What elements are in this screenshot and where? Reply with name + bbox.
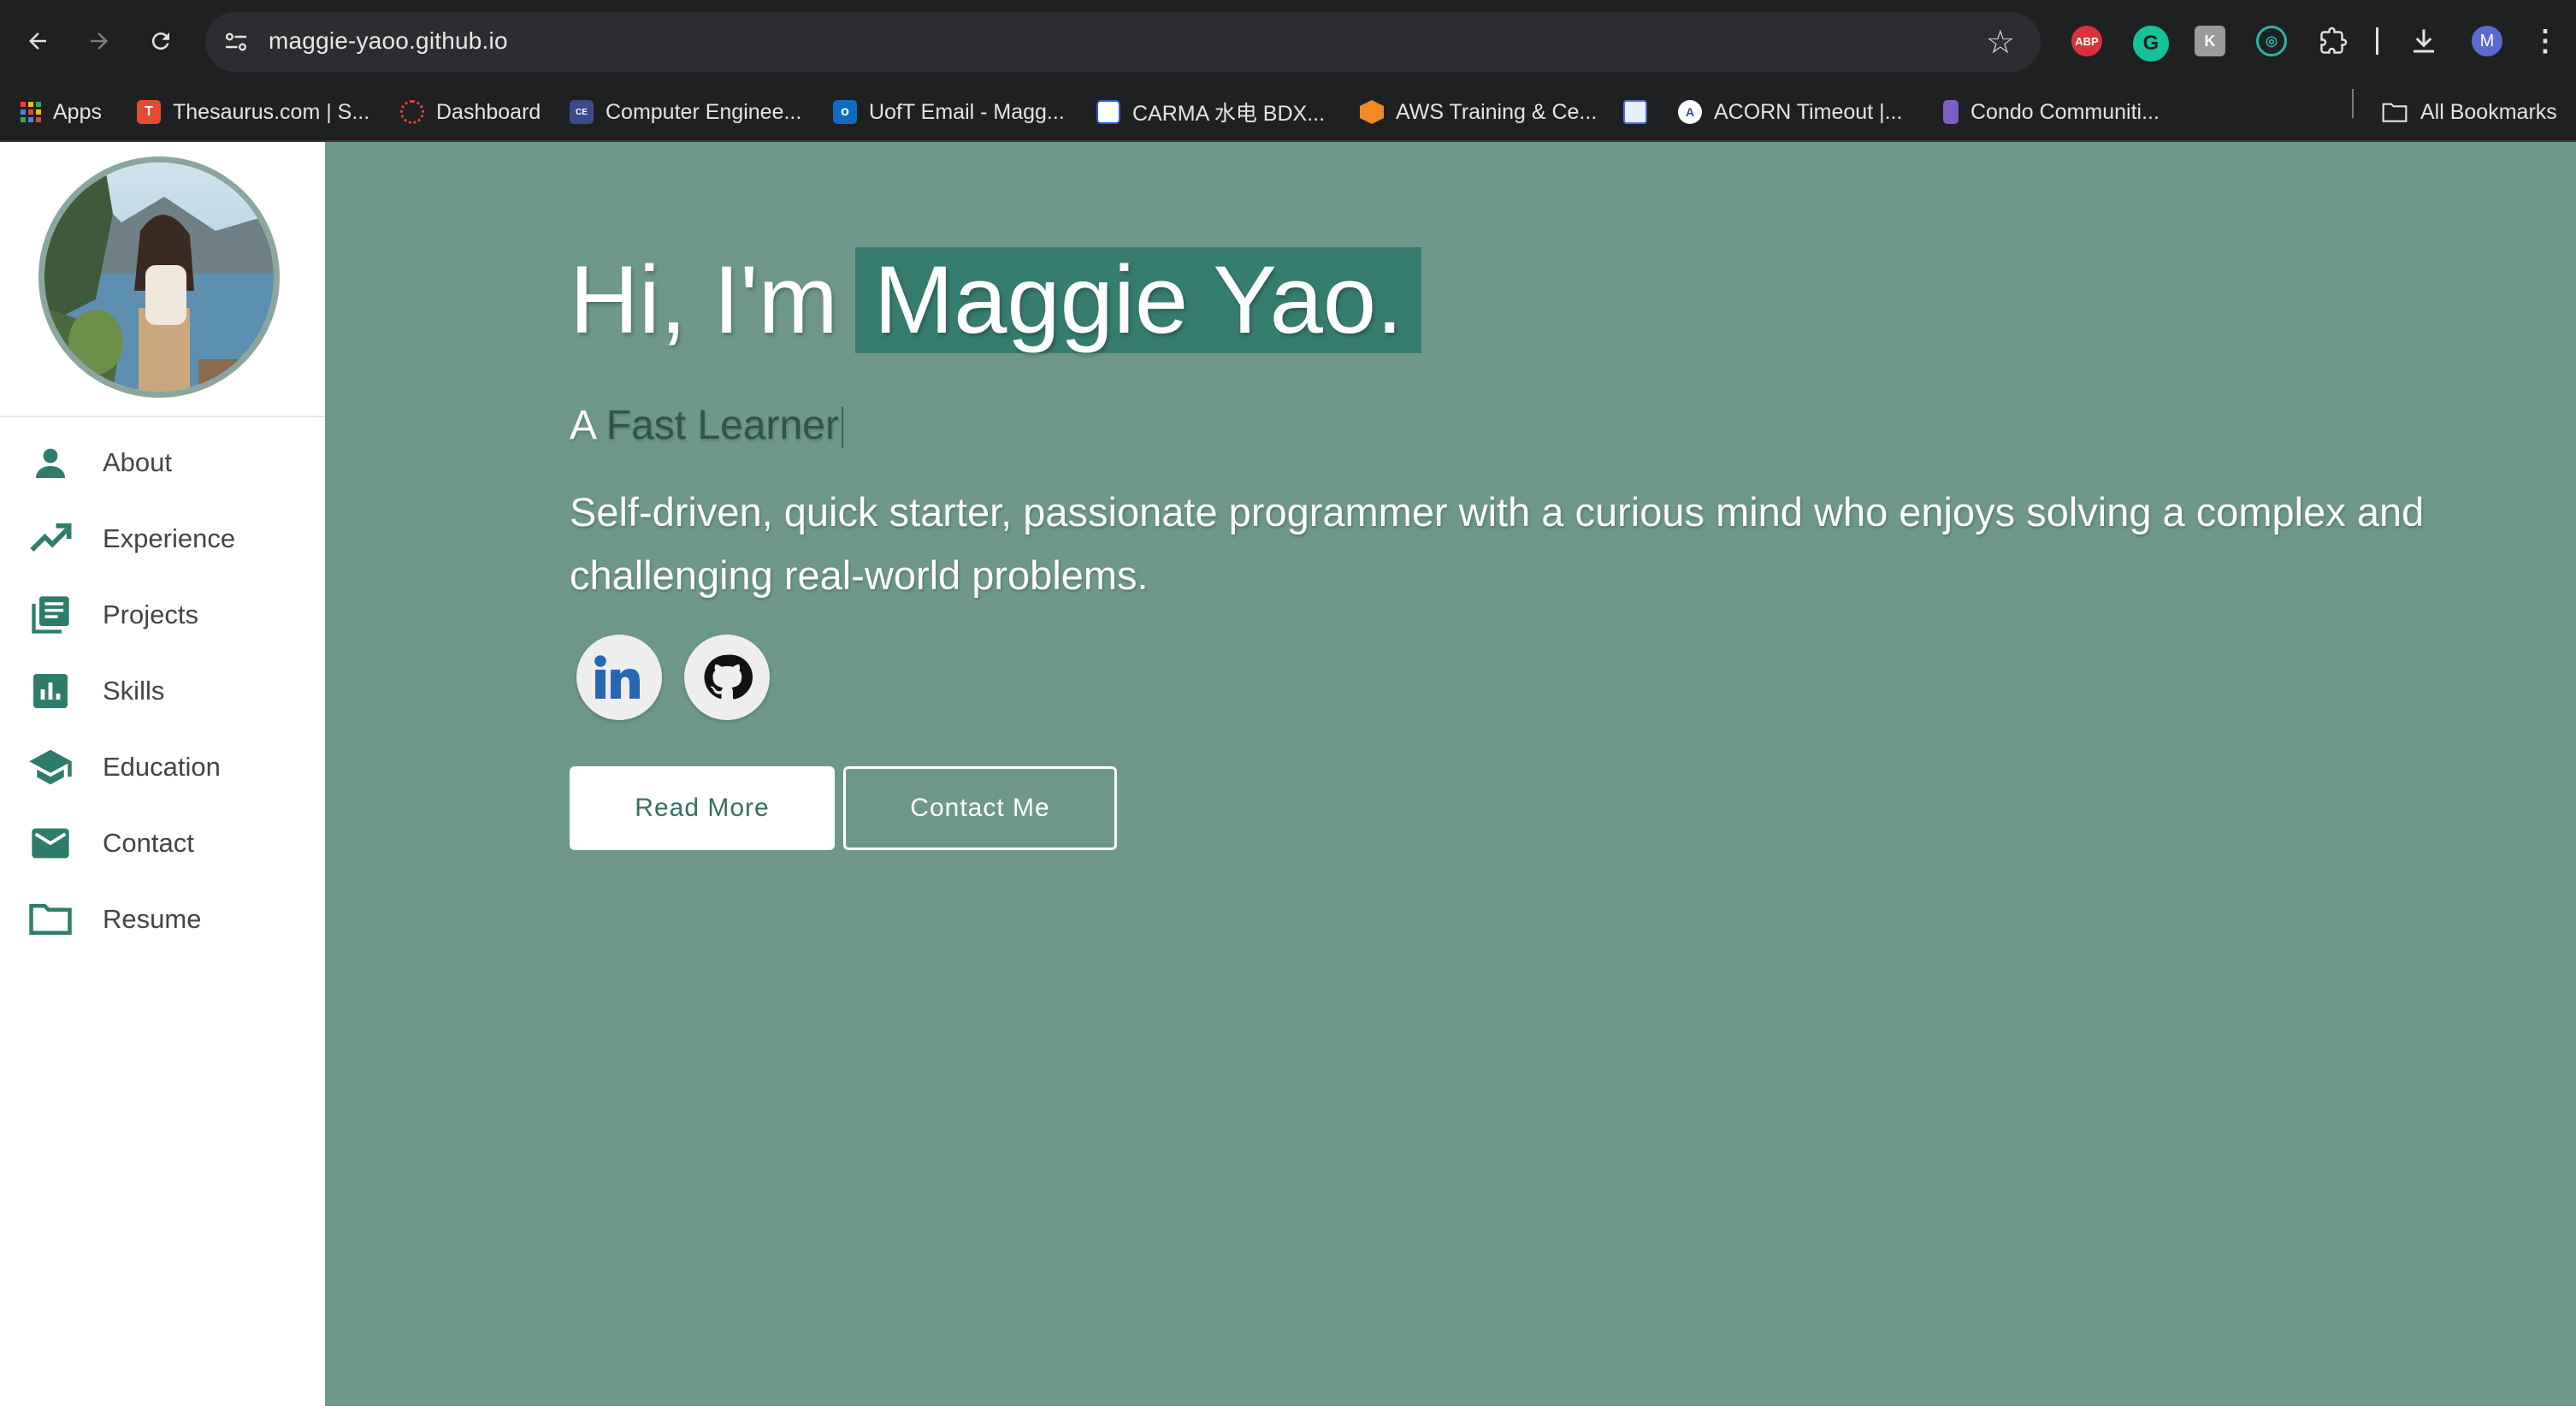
subtitle-prefix: A: [570, 403, 595, 448]
extension-swirl-icon[interactable]: ◎: [2256, 26, 2287, 56]
linkedin-button[interactable]: [576, 635, 662, 720]
read-more-button[interactable]: Read More: [570, 766, 835, 850]
contact-me-button[interactable]: Contact Me: [843, 766, 1117, 850]
bookmark-label: AWS Training & Ce...: [1396, 99, 1598, 124]
profile-header: [0, 142, 325, 417]
all-bookmarks-label: All Bookmarks: [2420, 99, 2557, 124]
bookmark-condo[interactable]: Condo Communiti...: [1943, 97, 2159, 127]
sidebar-item-education[interactable]: Education: [0, 737, 325, 797]
bookmark-label: Apps: [53, 99, 102, 124]
bookmarks-bar: Apps T Thesaurus.com | S... Dashboard CE…: [0, 82, 2576, 142]
bookmark-label: Thesaurus.com | S...: [173, 99, 370, 124]
folder-icon: [27, 896, 74, 942]
bookmark-computer-engineering[interactable]: CE Computer Enginee...: [570, 97, 801, 127]
acorn-icon: A: [1678, 100, 1702, 124]
sidebar-item-about[interactable]: About: [0, 433, 325, 493]
bookmark-aws[interactable]: AWS Training & Ce...: [1360, 97, 1597, 127]
bookmark-carma[interactable]: CARMA 水电 BDX...: [1096, 97, 1325, 127]
globe-site-icon: [1623, 100, 1647, 124]
address-bar[interactable]: maggie-yaoo.github.io ☆: [205, 12, 2041, 72]
condo-icon: [1943, 100, 1959, 124]
bookmark-label: UofT Email - Magg...: [869, 99, 1065, 124]
adblock-extension-icon[interactable]: ABP: [2071, 26, 2102, 56]
bar-chart-icon: [27, 668, 74, 714]
extension-icon[interactable]: K: [2195, 26, 2225, 56]
bookmark-label: CARMA 水电 BDX...: [1132, 102, 1326, 126]
computer-engineering-icon: CE: [570, 100, 594, 124]
library-books-icon: [27, 592, 74, 638]
sidebar: About Experience Projects Skills Educati…: [0, 142, 325, 1406]
bookmark-dashboard[interactable]: Dashboard: [400, 97, 541, 127]
arrow-right-icon: [91, 32, 108, 50]
github-icon: [704, 654, 753, 700]
sidebar-item-label: Contact: [103, 828, 194, 858]
bookmark-thesaurus[interactable]: T Thesaurus.com | S...: [137, 97, 369, 127]
bookmark-uoft-email[interactable]: o UofT Email - Magg...: [833, 97, 1065, 127]
sidebar-item-resume[interactable]: Resume: [0, 889, 325, 949]
graduation-cap-icon: [27, 744, 74, 790]
bookmark-label: Condo Communiti...: [1970, 99, 2159, 124]
bookmark-label: Dashboard: [436, 99, 541, 124]
sidebar-item-label: Resume: [103, 904, 202, 934]
hero-section: Hi, I'm Maggie Yao. A Fast Learner Self-d…: [325, 142, 2576, 1406]
person-icon: [27, 440, 74, 486]
browser-toolbar: maggie-yaoo.github.io ☆ ABP G K ◎ M ⋮: [0, 0, 2576, 82]
reload-button[interactable]: [142, 22, 180, 60]
back-button[interactable]: [19, 22, 56, 60]
folder-icon: [2382, 103, 2408, 122]
bookmark-acorn[interactable]: A ACORN Timeout |...: [1678, 97, 1902, 127]
github-button[interactable]: [684, 635, 770, 720]
trending-up-icon: [27, 516, 74, 562]
adblock-label: ABP: [2075, 34, 2099, 48]
sidebar-item-label: Skills: [103, 676, 165, 706]
sidebar-item-experience[interactable]: Experience: [0, 509, 325, 569]
profile-photo-art: [44, 162, 274, 392]
sidebar-item-label: About: [103, 447, 173, 477]
site-info-icon[interactable]: [221, 27, 251, 57]
more-menu-icon[interactable]: ⋮: [2530, 25, 2561, 57]
typed-text: Fast Learner: [606, 403, 839, 448]
hero-name-highlight: Maggie Yao.: [854, 247, 1422, 353]
profile-avatar[interactable]: M: [2472, 26, 2502, 56]
grammarly-extension-icon[interactable]: G: [2133, 26, 2169, 62]
hero-greeting: Hi, I'm: [570, 246, 838, 353]
dashboard-icon: [400, 100, 424, 124]
mail-icon: [27, 820, 74, 866]
hero-heading: Hi, I'm Maggie Yao.: [570, 245, 1422, 355]
bookmark-label: Computer Enginee...: [606, 99, 802, 124]
hero-description: Self-driven, quick starter, passionate p…: [570, 489, 2425, 598]
bookmarks-divider: [2352, 89, 2354, 118]
thesaurus-icon: T: [137, 100, 161, 124]
sidebar-item-label: Experience: [103, 523, 236, 553]
linkedin-icon: [594, 655, 640, 699]
typing-cursor: [841, 407, 843, 449]
sidebar-item-label: Projects: [103, 600, 198, 629]
profile-photo: [38, 157, 280, 398]
bookmark-label: ACORN Timeout |...: [1714, 99, 1903, 124]
apps-grid-icon: [21, 102, 41, 122]
carma-icon: [1096, 100, 1120, 124]
hero-subtitle: A Fast Learner: [570, 402, 843, 449]
sidebar-item-contact[interactable]: Contact: [0, 813, 325, 873]
outlook-icon: o: [833, 100, 857, 124]
toolbar-divider: [2376, 27, 2378, 55]
reload-icon: [151, 32, 169, 50]
sidebar-item-projects[interactable]: Projects: [0, 585, 325, 645]
arrow-left-icon: [29, 32, 46, 50]
bookmark-site[interactable]: [1623, 97, 1659, 127]
sidebar-item-label: Education: [103, 752, 221, 782]
extensions-puzzle-icon[interactable]: [2318, 26, 2349, 56]
all-bookmarks[interactable]: All Bookmarks: [2381, 97, 2557, 127]
profile-initial: M: [2479, 31, 2495, 50]
url-text[interactable]: maggie-yaoo.github.io: [269, 27, 508, 55]
bookmark-star-icon[interactable]: ☆: [1986, 23, 2015, 62]
sidebar-item-skills[interactable]: Skills: [0, 661, 325, 721]
download-icon[interactable]: [2408, 26, 2439, 56]
bookmark-apps[interactable]: Apps: [21, 97, 102, 127]
aws-icon: [1360, 100, 1384, 124]
forward-button[interactable]: [80, 22, 118, 60]
